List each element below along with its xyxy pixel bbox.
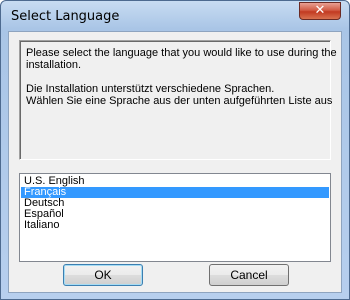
close-icon: ✕ <box>314 3 326 18</box>
language-listbox[interactable]: U.S. English Français Deutsch Español It… <box>19 173 331 262</box>
instruction-line-3: Die Installation unterstützt verschieden… <box>26 83 275 95</box>
close-button[interactable]: ✕ <box>299 2 341 20</box>
instruction-line-1: Please select the language that you woul… <box>26 47 337 59</box>
instruction-text-box: Please select the language that you woul… <box>19 40 337 160</box>
language-option-espanol[interactable]: Español <box>21 209 329 220</box>
instruction-line-4: Wählen Sie eine Sprache aus der unten au… <box>26 95 333 107</box>
dialog-body: Please select the language that you woul… <box>8 31 342 293</box>
cancel-button[interactable]: Cancel <box>209 264 289 286</box>
language-option-francais[interactable]: Français <box>21 187 329 198</box>
select-language-dialog: Select Language ✕ Please select the lang… <box>0 0 350 300</box>
window-title: Select Language <box>11 9 120 24</box>
instruction-line-2: installation. <box>26 59 82 71</box>
language-option-us-english[interactable]: U.S. English <box>21 176 329 187</box>
language-option-italiano[interactable]: Italiano <box>21 220 329 231</box>
ok-button[interactable]: OK <box>63 264 143 286</box>
title-bar[interactable]: Select Language ✕ <box>1 1 349 31</box>
language-option-deutsch[interactable]: Deutsch <box>21 198 329 209</box>
